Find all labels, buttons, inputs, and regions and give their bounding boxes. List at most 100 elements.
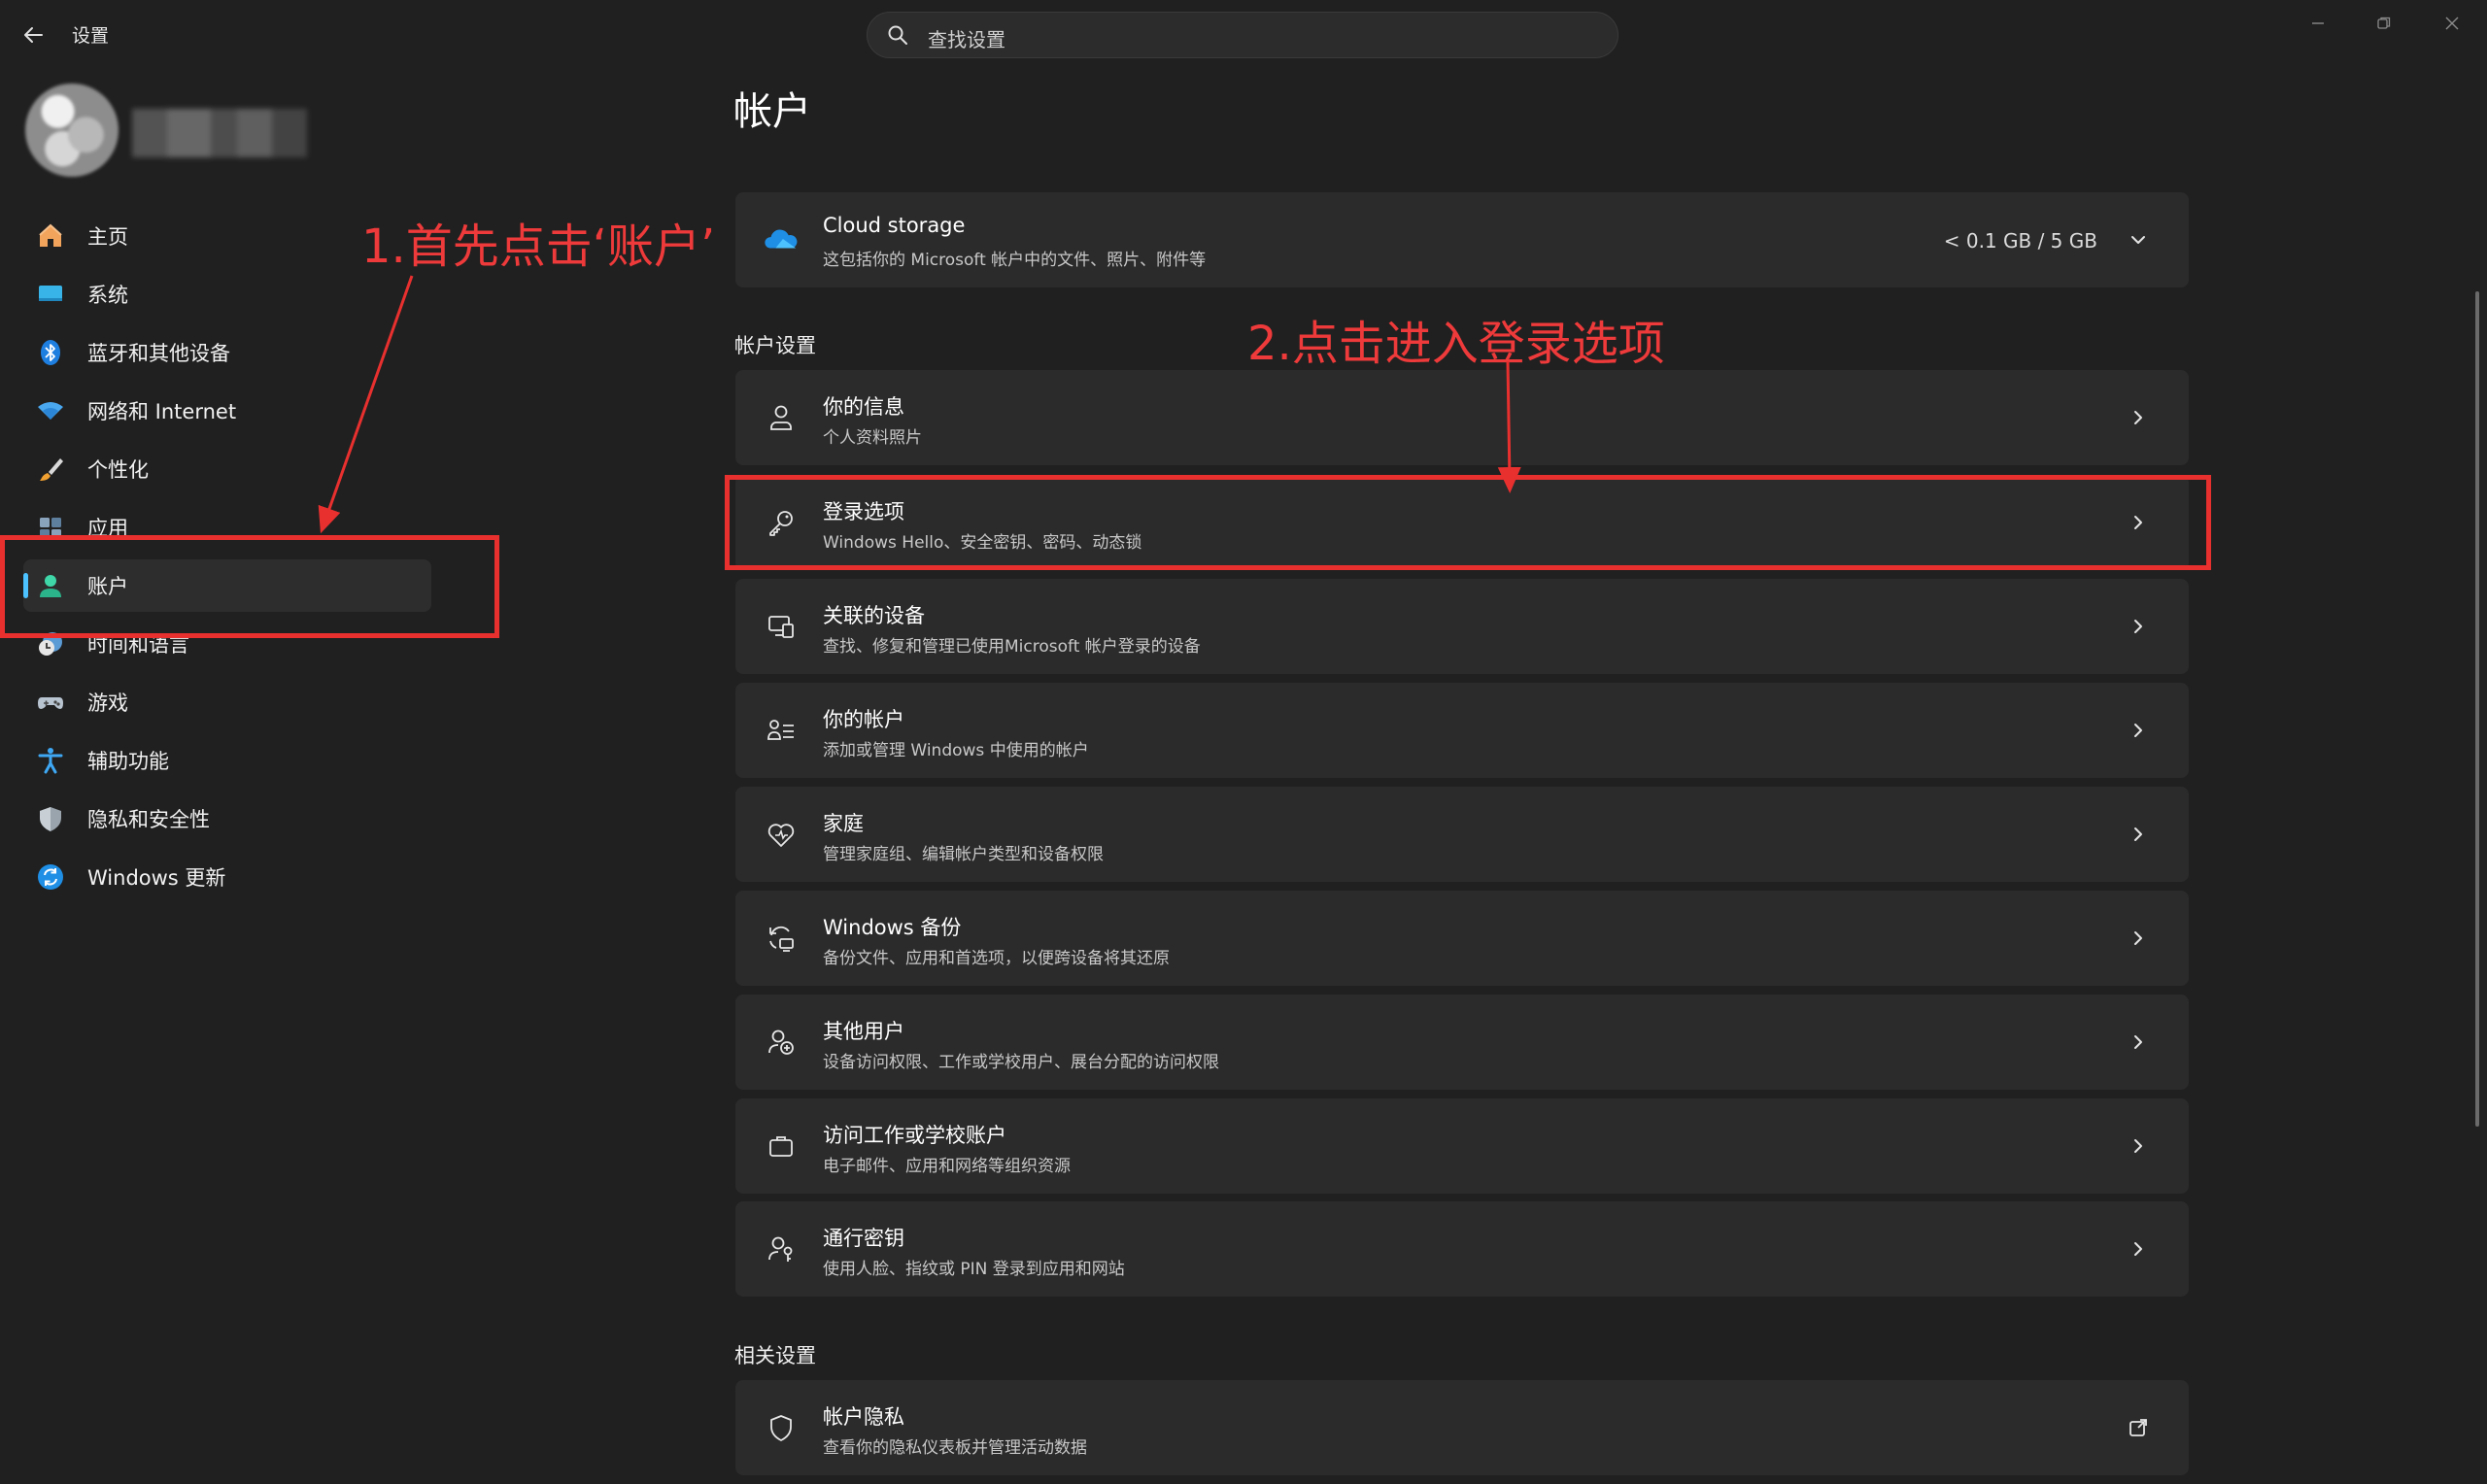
annotation-step-1: 1.首先点击‘账户’ xyxy=(361,219,716,274)
close-icon xyxy=(2445,17,2459,30)
card-title: 其他用户 xyxy=(823,1020,904,1043)
backup-icon xyxy=(763,920,800,957)
title-bar: 设置 查找设置 xyxy=(0,0,2487,70)
card-title: 帐户隐私 xyxy=(823,1405,904,1429)
external-link-icon xyxy=(2129,1419,2147,1436)
card-subtitle: 查看你的隐私仪表板并管理活动数据 xyxy=(823,1438,1087,1458)
sidebar-item-label: 个性化 xyxy=(87,458,149,482)
card-other-users[interactable]: 其他用户 设备访问权限、工作或学校用户、展台分配的访问权限 xyxy=(735,995,2189,1090)
card-passkeys[interactable]: 通行密钥 使用人脸、指纹或 PIN 登录到应用和网站 xyxy=(735,1201,2189,1297)
bluetooth-icon xyxy=(33,335,68,370)
card-account-privacy[interactable]: 帐户隐私 查看你的隐私仪表板并管理活动数据 xyxy=(735,1380,2189,1475)
card-family[interactable]: 家庭 管理家庭组、编辑帐户类型和设备权限 xyxy=(735,787,2189,882)
back-button[interactable] xyxy=(14,16,52,54)
minimize-button[interactable] xyxy=(2285,4,2351,43)
sidebar-item-privacy[interactable]: 隐私和安全性 xyxy=(23,793,431,845)
back-arrow-icon xyxy=(24,27,43,43)
add-user-icon xyxy=(763,1024,800,1061)
restore-button[interactable] xyxy=(2351,4,2417,43)
wifi-icon xyxy=(33,393,68,428)
chevron-right-icon xyxy=(2134,620,2142,633)
card-windows-backup[interactable]: Windows 备份 备份文件、应用和首选项，以便跨设备将其还原 xyxy=(735,891,2189,986)
card-subtitle: 使用人脸、指纹或 PIN 登录到应用和网站 xyxy=(823,1260,1125,1279)
minimize-icon xyxy=(2312,22,2324,24)
sidebar-item-label: 网络和 Internet xyxy=(87,400,237,423)
section-heading-account-settings: 帐户设置 xyxy=(734,334,816,357)
sidebar-item-label: Windows 更新 xyxy=(87,866,226,890)
briefcase-icon xyxy=(763,1128,800,1164)
person-icon xyxy=(763,399,800,436)
sidebar-item-label: 隐私和安全性 xyxy=(87,808,210,831)
passkey-icon xyxy=(763,1231,800,1267)
chevron-right-icon xyxy=(2134,931,2142,945)
sidebar-item-windows-update[interactable]: Windows 更新 xyxy=(23,851,431,903)
sidebar-item-label: 系统 xyxy=(87,284,128,307)
scrollbar[interactable] xyxy=(2475,291,2479,1127)
card-title: 访问工作或学校账户 xyxy=(823,1124,1006,1147)
chevron-right-icon xyxy=(2134,1242,2142,1256)
sidebar-item-label: 蓝牙和其他设备 xyxy=(87,342,230,365)
page-title: 帐户 xyxy=(733,89,811,134)
devices-icon xyxy=(763,608,800,645)
sidebar-item-label: 主页 xyxy=(87,225,128,249)
card-subtitle: 管理家庭组、编辑帐户类型和设备权限 xyxy=(823,845,1104,864)
card-title: 你的信息 xyxy=(823,395,904,419)
chevron-down-icon[interactable] xyxy=(2127,228,2150,252)
storage-usage: < 0.1 GB / 5 GB xyxy=(1943,229,2097,253)
chevron-right-icon xyxy=(2134,724,2142,737)
card-subtitle: 这包括你的 Microsoft 帐户中的文件、照片、附件等 xyxy=(823,251,1207,270)
search-icon xyxy=(888,25,907,45)
gamepad-icon xyxy=(33,685,68,720)
card-subtitle: 备份文件、应用和首选项，以便跨设备将其还原 xyxy=(823,949,1170,968)
card-title: 关联的设备 xyxy=(823,604,925,627)
sidebar-item-accessibility[interactable]: 辅助功能 xyxy=(23,734,431,787)
onedrive-cloud-icon xyxy=(763,221,800,258)
section-heading-related-settings: 相关设置 xyxy=(734,1344,816,1367)
sidebar-item-bluetooth[interactable]: 蓝牙和其他设备 xyxy=(23,326,431,379)
card-your-info[interactable]: 你的信息 个人资料照片 xyxy=(735,370,2189,465)
card-title: Cloud storage xyxy=(823,214,966,237)
shield-outline-icon xyxy=(763,1409,800,1446)
annotation-step-2: 2.点击进入登录选项 xyxy=(1247,317,1665,371)
app-title: 设置 xyxy=(72,25,110,47)
user-name-redacted xyxy=(132,109,307,157)
card-subtitle: 添加或管理 Windows 中使用的帐户 xyxy=(823,741,1089,760)
accessibility-icon xyxy=(33,743,68,778)
restore-icon xyxy=(2377,17,2391,29)
chevron-right-icon xyxy=(2134,1035,2142,1049)
card-work-school-account[interactable]: 访问工作或学校账户 电子邮件、应用和网络等组织资源 xyxy=(735,1098,2189,1194)
sidebar-item-label: 辅助功能 xyxy=(87,750,169,773)
family-heart-icon xyxy=(763,816,800,853)
sidebar-item-system[interactable]: 系统 xyxy=(23,268,431,320)
brush-icon xyxy=(33,452,68,487)
card-subtitle: 个人资料照片 xyxy=(823,428,922,448)
annotation-box-accounts xyxy=(0,535,499,638)
shield-icon xyxy=(33,801,68,836)
sidebar-item-personalization[interactable]: 个性化 xyxy=(23,443,431,495)
card-your-accounts[interactable]: 你的帐户 添加或管理 Windows 中使用的帐户 xyxy=(735,683,2189,778)
chevron-right-icon xyxy=(2134,411,2142,424)
sidebar-item-label: 游戏 xyxy=(87,691,128,715)
annotation-box-sign-in-options xyxy=(725,475,2211,570)
people-list-icon xyxy=(763,712,800,749)
card-linked-devices[interactable]: 关联的设备 查找、修复和管理已使用Microsoft 帐户登录的设备 xyxy=(735,579,2189,674)
card-title: 家庭 xyxy=(823,812,864,835)
cloud-storage-card[interactable]: Cloud storage 这包括你的 Microsoft 帐户中的文件、照片、… xyxy=(735,192,2189,287)
card-title: Windows 备份 xyxy=(823,916,962,939)
card-title: 你的帐户 xyxy=(823,708,904,731)
search-placeholder: 查找设置 xyxy=(928,28,1005,51)
avatar[interactable] xyxy=(25,84,119,177)
card-subtitle: 设备访问权限、工作或学校用户、展台分配的访问权限 xyxy=(823,1053,1219,1072)
chevron-right-icon xyxy=(2134,827,2142,841)
update-icon xyxy=(33,860,68,894)
home-icon xyxy=(33,219,68,253)
monitor-icon xyxy=(33,277,68,312)
card-subtitle: 电子邮件、应用和网络等组织资源 xyxy=(823,1157,1071,1176)
chevron-right-icon xyxy=(2134,1139,2142,1153)
card-subtitle: 查找、修复和管理已使用Microsoft 帐户登录的设备 xyxy=(823,637,1201,657)
close-button[interactable] xyxy=(2419,4,2485,43)
card-title: 通行密钥 xyxy=(823,1227,904,1250)
sidebar-item-network[interactable]: 网络和 Internet xyxy=(23,385,431,437)
sidebar-item-gaming[interactable]: 游戏 xyxy=(23,676,431,728)
search-input[interactable]: 查找设置 xyxy=(867,12,1618,58)
